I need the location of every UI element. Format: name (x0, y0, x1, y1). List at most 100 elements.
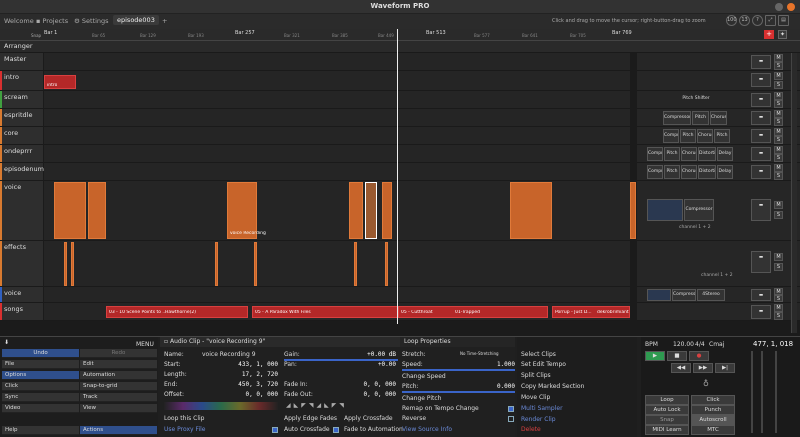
solo-button[interactable]: S (774, 263, 783, 271)
track-voice[interactable]: voice (0, 181, 43, 241)
tab-welcome[interactable]: Welcome (4, 17, 34, 25)
auto-lock-button[interactable]: Auto Lock (645, 405, 689, 415)
playhead[interactable] (397, 29, 398, 324)
menu-video[interactable]: Video (2, 404, 79, 413)
plugin-compressor[interactable]: Compressor (663, 111, 691, 125)
menu-view[interactable]: View (80, 404, 157, 413)
speed-value[interactable]: 1.000 (460, 361, 515, 368)
track-lane[interactable]: voice Recording (44, 181, 636, 241)
track-lane[interactable] (44, 109, 630, 127)
settings-icon[interactable]: ✦ (778, 30, 787, 39)
time-signature[interactable]: 4/4 (695, 341, 705, 348)
mute-button[interactable]: M (774, 54, 783, 62)
plugin-distortion[interactable]: Distortion (698, 147, 716, 161)
menu-edit[interactable]: Edit (80, 360, 157, 369)
use-proxy-checkbox[interactable] (272, 427, 278, 433)
stop-button[interactable]: ■ (667, 351, 687, 361)
action-render-clip[interactable]: Render Clip (521, 416, 556, 423)
autoscroll-button[interactable]: Autoscroll (691, 415, 735, 425)
solo-button[interactable]: S (774, 62, 783, 70)
volume-plugin[interactable]: ▬ (751, 251, 771, 273)
mute-button[interactable]: M (774, 146, 783, 154)
redo-button[interactable]: Redo (80, 349, 157, 358)
key-signature[interactable]: Cmaj (709, 341, 724, 348)
view-source-info-link[interactable]: View Source Info (402, 426, 452, 433)
audio-clip[interactable]: voice Recording (227, 182, 266, 239)
plugin-stereo-delay[interactable]: 4Stereo Delay (697, 289, 725, 301)
solo-button[interactable]: S (774, 136, 783, 144)
menu-label[interactable]: MENU (136, 341, 154, 348)
plugin-pitch-shifter[interactable]: Pitch Shifter (680, 129, 696, 143)
rewind-button[interactable]: ◀◀ (671, 363, 691, 373)
solo-button[interactable]: S (774, 154, 783, 162)
audio-clip[interactable] (215, 242, 218, 286)
download-icon[interactable]: ⬇ (4, 339, 9, 346)
close-icon[interactable] (787, 3, 795, 11)
solo-button[interactable]: S (774, 81, 783, 89)
audio-clip[interactable] (630, 182, 636, 239)
pan-value[interactable]: +0.00 (320, 361, 396, 368)
loop-properties-tab[interactable]: Loop Properties (400, 337, 515, 347)
loop-button[interactable]: Loop (645, 395, 689, 405)
track-lane[interactable] (44, 241, 630, 287)
position-display[interactable]: 477, 1, 018 (753, 340, 793, 348)
volume-plugin[interactable]: ▬ (751, 199, 771, 221)
track-episodenumero[interactable]: episodenumero (0, 163, 55, 181)
audio-clip[interactable] (64, 242, 67, 286)
action-copy-marked-section[interactable]: Copy Marked Section (521, 383, 584, 390)
track-lane[interactable] (44, 163, 630, 181)
track-ondeprrr[interactable]: ondeprrr (0, 145, 43, 163)
audio-clip[interactable]: 03 - 10 Scene Points to ... Hawthorne(2) (106, 306, 248, 318)
clip-name-field[interactable]: voice Recording 9 (202, 351, 256, 358)
pitch-value[interactable]: 0.000 (460, 383, 515, 390)
color-picker[interactable] (164, 402, 278, 410)
record-button[interactable]: ● (689, 351, 709, 361)
volume-plugin[interactable]: ▬ (751, 165, 771, 179)
play-button[interactable]: ▶ (645, 351, 665, 361)
plugin-compressor[interactable]: Compr... (647, 165, 663, 179)
track-lane[interactable]: 03 - 10 Scene Points to ... Hawthorne(2) … (44, 303, 630, 321)
track-scream[interactable]: scream (0, 91, 43, 109)
apply-edge-fades-button[interactable]: Apply Edge Fades (284, 415, 337, 422)
audio-clip[interactable] (354, 242, 357, 286)
stretch-mode-select[interactable]: No Time-Stretching (460, 351, 499, 356)
track-lane[interactable] (44, 91, 630, 109)
action-move-clip[interactable]: Move Clip (521, 394, 550, 401)
minimize-icon[interactable] (775, 3, 783, 11)
fade-shape-icons[interactable]: ◢◣◤◥◢◣◤◥ (286, 402, 347, 409)
plugin-compressor[interactable]: Compressor (684, 199, 714, 221)
solo-button[interactable]: S (774, 295, 783, 302)
plugin-compressor[interactable]: Compr... (647, 147, 663, 161)
plugin-distortion[interactable]: Distortion (698, 165, 716, 179)
track-lane[interactable] (44, 127, 630, 145)
mute-button[interactable]: M (774, 72, 783, 80)
volume-plugin[interactable]: ▬ (751, 289, 771, 301)
punch-button[interactable]: Punch (691, 405, 735, 415)
audio-clip[interactable]: Porrup - Just D... dekrobrimiant (552, 306, 630, 318)
audio-clip[interactable] (54, 182, 86, 239)
menu-options[interactable]: Options (2, 371, 79, 380)
volume-plugin[interactable]: ▬ (751, 147, 771, 161)
fast-forward-button[interactable]: ▶▶ (693, 363, 713, 373)
track-voice-2[interactable]: voice (0, 287, 43, 303)
plugin-pitch-shifter[interactable]: Pitch Shifter (664, 165, 680, 179)
timeline-ruler[interactable]: Snap Bar 1 Bar 65 Bar 129 Bar 193 Bar 25… (0, 29, 800, 41)
action-split-clips[interactable]: Split Clips (521, 372, 551, 379)
help-icon[interactable]: ? (752, 15, 763, 26)
selected-audio-clip[interactable] (365, 182, 377, 239)
add-track-button[interactable]: + (764, 30, 774, 39)
plugin-pitch-shifter[interactable]: Pitch Shifter (664, 147, 680, 161)
menu-track[interactable]: Track (80, 393, 157, 402)
audio-clip[interactable] (349, 182, 363, 239)
solo-button[interactable]: S (774, 100, 783, 108)
reverse-checkbox[interactable] (508, 416, 514, 422)
plugin-delay[interactable]: Delay (717, 165, 733, 179)
volume-plugin[interactable]: ▬ (751, 129, 771, 143)
mute-button[interactable]: M (774, 201, 783, 209)
volume-plugin[interactable]: ▬ (751, 111, 771, 125)
solo-button[interactable]: S (774, 118, 783, 126)
tab-settings[interactable]: ⚙ Settings (74, 17, 109, 25)
track-lane[interactable] (44, 53, 630, 71)
menu-click[interactable]: Click (2, 382, 79, 391)
add-tab-button[interactable]: + (162, 17, 167, 25)
